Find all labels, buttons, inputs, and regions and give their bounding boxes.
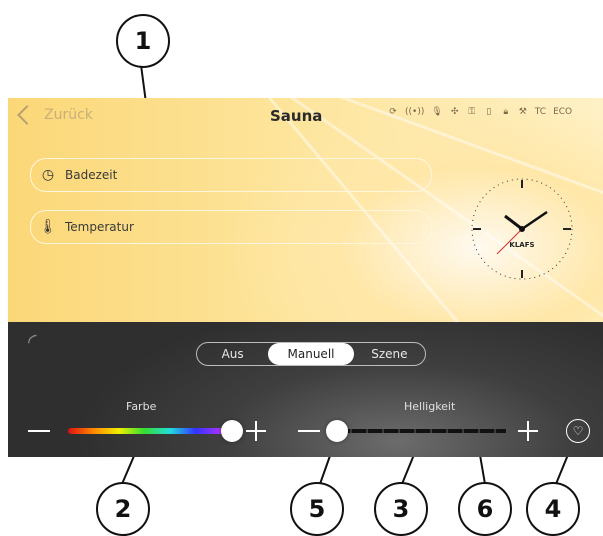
badezeit-field[interactable]: ◷ Badezeit: [30, 158, 432, 192]
eco-label[interactable]: ECO: [553, 107, 572, 117]
mode-selector: Aus Manuell Szene: [196, 342, 426, 366]
wifi-icon[interactable]: ((•)): [405, 107, 424, 117]
callout-4: 4: [526, 482, 580, 536]
badezeit-label: Badezeit: [65, 168, 118, 182]
brightness-minus-button[interactable]: [298, 430, 320, 432]
wrench-icon[interactable]: ⚒: [518, 107, 528, 117]
page-title: Sauna: [270, 107, 323, 125]
callout-6: 6: [458, 482, 512, 536]
analog-clock: KLAFS: [471, 178, 573, 280]
callout-5: 5: [290, 482, 344, 536]
farbe-label: Farbe: [126, 400, 157, 413]
back-button[interactable]: Zurück: [16, 105, 93, 125]
temperatur-label: Temperatur: [65, 220, 134, 234]
helligkeit-label: Helligkeit: [404, 400, 456, 413]
mode-aus[interactable]: Aus: [197, 343, 268, 365]
brightness-plus-icon: [527, 421, 529, 441]
key-icon[interactable]: ⚿: [467, 107, 477, 117]
mode-szene[interactable]: Szene: [354, 343, 425, 365]
callout-1: 1: [116, 14, 170, 68]
thermometer-icon: 🌡︎: [39, 219, 57, 235]
wave-icon: ◜: [28, 330, 37, 355]
phone-icon[interactable]: ▯: [484, 107, 494, 117]
temperatur-field[interactable]: 🌡︎ Temperatur: [30, 210, 432, 244]
status-bar: ⟳ ((•)) 🎙︎ ✣ ⚿ ▯ 🔒︎ ⚒ TC ECO: [388, 107, 572, 117]
clock-brand: KLAFS: [509, 241, 534, 249]
sync-icon[interactable]: ⟳: [388, 107, 398, 117]
lock-icon[interactable]: 🔒︎: [501, 107, 511, 117]
callout-3: 3: [374, 482, 428, 536]
color-slider-handle[interactable]: [221, 420, 243, 442]
color-minus-button[interactable]: [28, 430, 50, 432]
mode-manuell[interactable]: Manuell: [268, 343, 354, 365]
sauna-screen: Zurück Sauna ⟳ ((•)) 🎙︎ ✣ ⚿ ▯ 🔒︎ ⚒ TC EC…: [8, 98, 603, 457]
back-label: Zurück: [44, 107, 93, 123]
color-slider-track[interactable]: [68, 428, 238, 434]
color-plus-icon: [255, 421, 257, 441]
fan-icon[interactable]: ✣: [450, 107, 460, 117]
callout-2: 2: [96, 482, 150, 536]
microphone-icon[interactable]: 🎙︎: [431, 107, 442, 117]
brightness-slider-track[interactable]: [336, 429, 506, 433]
favorite-heart-icon[interactable]: ♡: [566, 419, 590, 443]
clock-icon: ◷: [41, 167, 55, 183]
chevron-left-icon: [17, 105, 37, 125]
brightness-slider-handle[interactable]: [326, 420, 348, 442]
tc-label[interactable]: TC: [535, 107, 546, 117]
